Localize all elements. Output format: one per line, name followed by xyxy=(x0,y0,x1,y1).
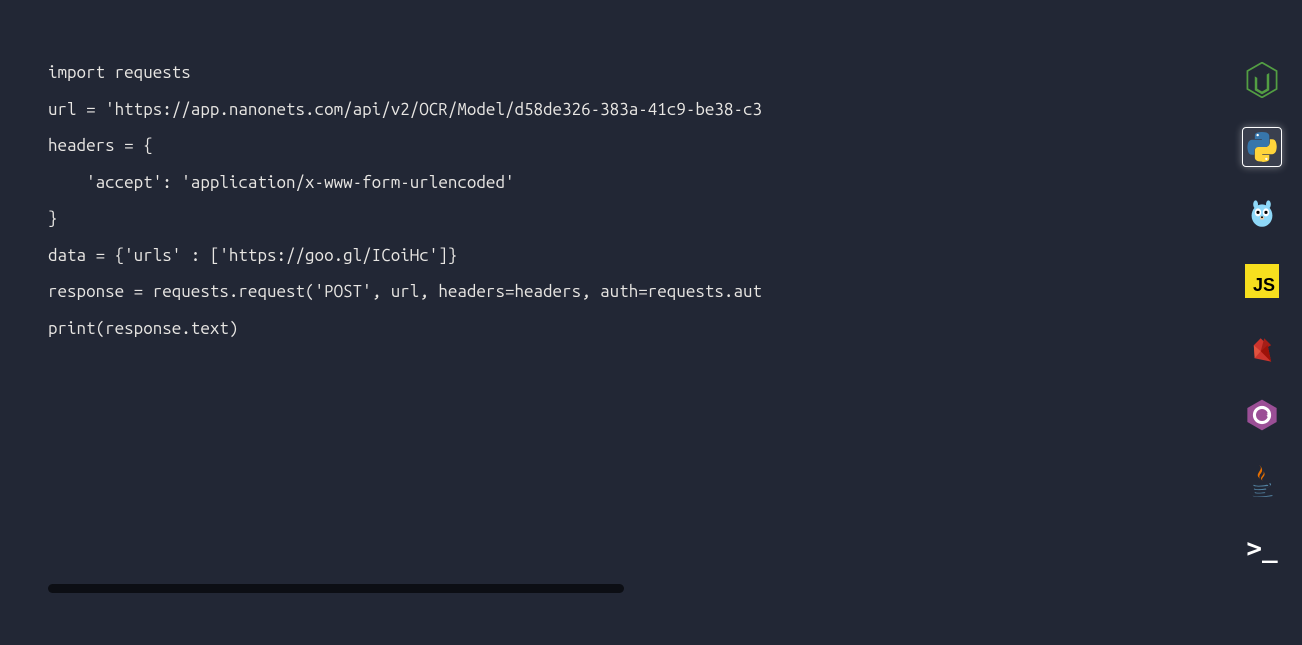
javascript-language-button[interactable]: JS xyxy=(1242,261,1282,301)
horizontal-scrollbar[interactable] xyxy=(48,584,624,593)
golang-icon xyxy=(1246,198,1278,230)
ruby-icon xyxy=(1247,333,1277,363)
javascript-icon: JS xyxy=(1245,264,1279,298)
java-icon xyxy=(1248,464,1276,500)
nodejs-icon xyxy=(1246,62,1278,98)
python-icon xyxy=(1247,132,1277,162)
java-language-button[interactable] xyxy=(1242,462,1282,502)
ruby-language-button[interactable] xyxy=(1242,328,1282,368)
code-line: print(response.text) xyxy=(48,311,1137,348)
nodejs-language-button[interactable] xyxy=(1242,60,1282,100)
csharp-language-button[interactable]: # xyxy=(1242,395,1282,435)
golang-language-button[interactable] xyxy=(1242,194,1282,234)
code-line: import requests xyxy=(48,55,1137,92)
code-line: headers = { xyxy=(48,128,1137,165)
csharp-icon: # xyxy=(1246,399,1278,431)
code-line: response = requests.request('POST', url,… xyxy=(48,274,1137,311)
terminal-icon: >_ xyxy=(1246,534,1277,564)
shell-language-button[interactable]: >_ xyxy=(1242,529,1282,569)
code-line: } xyxy=(48,201,1137,238)
code-line: data = {'urls' : ['https://goo.gl/ICoiHc… xyxy=(48,238,1137,275)
language-selector-sidebar: JS # >_ xyxy=(1242,60,1282,569)
python-language-button[interactable] xyxy=(1242,127,1282,167)
svg-text:#: # xyxy=(1267,412,1271,419)
code-editor[interactable]: import requestsurl = 'https://app.nanone… xyxy=(0,0,1185,402)
code-line: url = 'https://app.nanonets.com/api/v2/O… xyxy=(48,92,1137,129)
code-line: 'accept': 'application/x-www-form-urlenc… xyxy=(48,165,1137,202)
